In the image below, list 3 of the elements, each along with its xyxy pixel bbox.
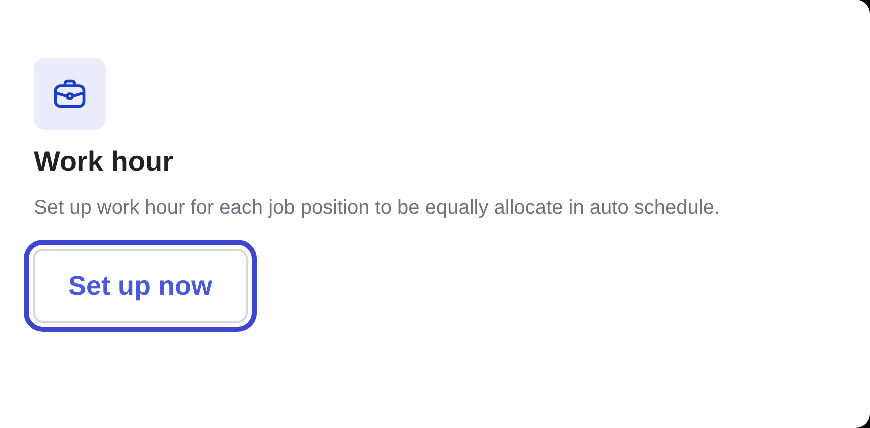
card-description: Set up work hour for each job position to be equally allocate in auto schedule. xyxy=(34,196,721,221)
card-title: Work hour xyxy=(34,145,174,179)
briefcase-icon xyxy=(34,58,106,130)
